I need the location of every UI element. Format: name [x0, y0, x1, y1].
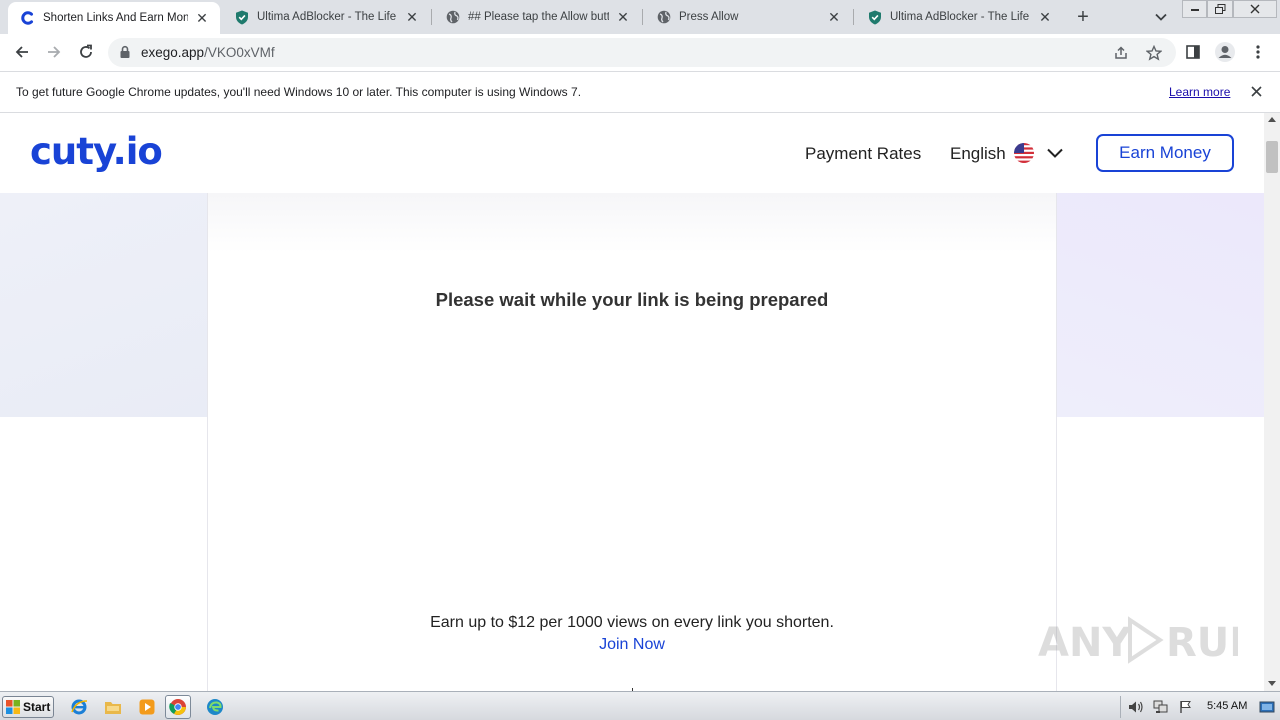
scroll-up-arrow[interactable]	[1268, 117, 1276, 122]
internet-explorer-icon[interactable]	[66, 695, 92, 719]
back-arrow-icon	[15, 46, 28, 58]
start-button[interactable]: Start	[2, 696, 54, 718]
screen: Shorten Links And Earn Money ✕ Ultima Ad…	[0, 0, 1280, 720]
action-center-flag-icon[interactable]	[1177, 699, 1195, 715]
taskbar-clock[interactable]: 5:45 AM	[1207, 700, 1247, 712]
close-icon[interactable]: ✕	[194, 10, 210, 26]
us-flag-icon[interactable]	[1014, 143, 1034, 163]
tab-title: Ultima AdBlocker - The Life without Ads	[257, 11, 398, 23]
chevron-down-icon[interactable]	[1046, 144, 1064, 162]
tab-strip: Shorten Links And Earn Money ✕ Ultima Ad…	[0, 0, 1280, 34]
edge-icon[interactable]	[202, 695, 228, 719]
windows-taskbar: Start 5:45 AM	[0, 691, 1280, 720]
globe-icon	[445, 9, 461, 25]
media-player-icon[interactable]	[134, 695, 160, 719]
browser-toolbar: exego.app/VKO0xVMf	[0, 34, 1280, 71]
tab-title: Press Allow	[679, 11, 739, 23]
tab-separator	[642, 9, 643, 25]
cuty-icon	[20, 10, 36, 26]
tab-ultima-adblocker-1[interactable]: Ultima AdBlocker - The Life without Ads …	[222, 0, 430, 34]
close-icon[interactable]: ✕	[615, 9, 631, 25]
tab-shorten-links[interactable]: Shorten Links And Earn Money ✕	[8, 2, 220, 34]
tab-title: Ultima AdBlocker - The Life without Ads	[890, 11, 1031, 23]
tray-separator	[1120, 696, 1121, 718]
shield-icon	[234, 9, 250, 25]
back-button[interactable]	[8, 38, 36, 66]
tab-please-tap-allow[interactable]: ## Please tap the Allow button ✕	[433, 0, 641, 34]
url-text[interactable]: exego.app/VKO0xVMf	[141, 45, 275, 60]
new-tab-button[interactable]: +	[1071, 5, 1095, 29]
file-explorer-icon[interactable]	[100, 695, 126, 719]
close-window-button[interactable]	[1233, 0, 1277, 18]
content-card: Please wait while your link is being pre…	[207, 193, 1057, 691]
learn-more-link[interactable]: Learn more	[1169, 85, 1230, 99]
close-icon[interactable]: ✕	[1037, 9, 1053, 25]
kebab-menu-icon	[1256, 45, 1260, 59]
page-scrollbar[interactable]	[1264, 113, 1280, 691]
reload-button[interactable]	[72, 38, 100, 66]
reload-icon	[80, 44, 92, 58]
windows-logo-icon	[6, 700, 20, 714]
start-label: Start	[23, 700, 51, 714]
tab-separator	[853, 9, 854, 25]
side-panel-icon	[1186, 45, 1200, 59]
tab-ultima-adblocker-2[interactable]: Ultima AdBlocker - The Life without Ads …	[855, 0, 1063, 34]
minimize-button[interactable]	[1182, 0, 1207, 18]
show-desktop-icon[interactable]	[1258, 699, 1276, 715]
tab-press-allow[interactable]: Press Allow ✕	[644, 0, 852, 34]
profile-avatar-icon	[1215, 42, 1235, 62]
payment-rates-link[interactable]: Payment Rates	[805, 144, 921, 164]
restore-button[interactable]	[1207, 0, 1233, 18]
menu-button[interactable]	[1244, 38, 1272, 66]
side-panel-button[interactable]	[1179, 38, 1207, 66]
shield-icon	[867, 9, 883, 25]
chrome-taskbar-icon[interactable]	[165, 695, 191, 719]
tab-search-icon[interactable]	[1150, 6, 1172, 28]
address-bar[interactable]: exego.app/VKO0xVMf	[108, 38, 1176, 67]
url-host: exego.app	[141, 45, 205, 60]
earn-promo-text: Earn up to $12 per 1000 views on every l…	[430, 614, 834, 631]
language-selector[interactable]: English	[950, 144, 1006, 164]
volume-icon[interactable]	[1127, 699, 1145, 715]
infobar-message: To get future Google Chrome updates, you…	[16, 85, 582, 99]
url-path: /VKO0xVMf	[204, 45, 275, 60]
lock-icon[interactable]	[118, 45, 132, 59]
earn-money-button[interactable]: Earn Money	[1096, 134, 1234, 172]
close-icon[interactable]: ✕	[404, 9, 420, 25]
card-shade	[208, 193, 1056, 253]
scroll-down-arrow[interactable]	[1268, 681, 1276, 686]
anyrun-watermark: ANY RUN	[1038, 610, 1263, 670]
tab-title: Shorten Links And Earn Money	[43, 12, 188, 24]
network-icon[interactable]	[1152, 699, 1170, 715]
svg-text:ANY: ANY	[1038, 620, 1132, 666]
background-panel-right	[1056, 193, 1264, 417]
join-now-link[interactable]: Join Now	[208, 636, 1056, 654]
page-viewport: cuty.io Payment Rates English Earn Money	[0, 113, 1264, 691]
site-logo[interactable]: cuty.io	[30, 130, 163, 173]
tab-title: ## Please tap the Allow button	[468, 11, 609, 23]
tab-separator	[431, 9, 432, 25]
svg-text:RUN: RUN	[1166, 620, 1238, 666]
share-icon[interactable]	[1112, 44, 1130, 62]
wait-title: Please wait while your link is being pre…	[435, 289, 829, 310]
profile-button[interactable]	[1211, 38, 1239, 66]
update-infobar: To get future Google Chrome updates, you…	[0, 71, 1280, 113]
globe-icon	[656, 9, 672, 25]
scrollbar-thumb[interactable]	[1266, 141, 1278, 173]
forward-button[interactable]	[40, 38, 68, 66]
infobar-close-icon[interactable]	[1247, 82, 1265, 100]
site-header: cuty.io Payment Rates English Earn Money	[0, 113, 1264, 193]
bookmark-star-icon[interactable]	[1145, 44, 1163, 62]
close-icon[interactable]: ✕	[826, 9, 842, 25]
background-panel-left	[0, 193, 208, 417]
forward-arrow-icon	[48, 46, 61, 58]
